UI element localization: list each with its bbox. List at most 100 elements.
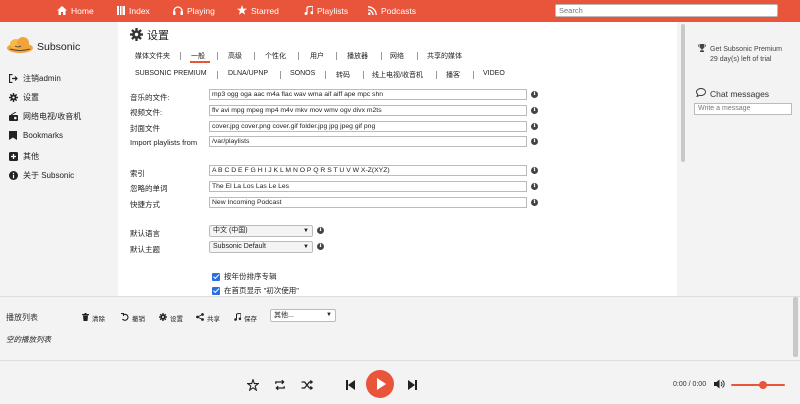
trophy-icon xyxy=(698,44,706,55)
show-getting-started-row[interactable]: 在首页显示 "初次使用" xyxy=(212,285,299,296)
default-language-label: 默认语言 xyxy=(130,229,160,238)
search-input[interactable] xyxy=(555,4,778,17)
more-actions-select[interactable]: 其他... ▼ xyxy=(270,309,336,322)
nav-index[interactable]: Index xyxy=(117,0,150,22)
chat-message-input[interactable]: Write a message xyxy=(694,103,792,115)
info-icon[interactable]: i xyxy=(317,243,324,250)
tab-internet-tv-radio[interactable]: 线上电视/收音机 xyxy=(372,70,423,80)
share-button[interactable]: 共享 xyxy=(196,313,220,323)
tab-subsonic-premium[interactable]: SUBSONIC PREMIUM xyxy=(135,70,207,77)
video-files-input[interactable]: flv avi mpg mpeg mp4 m4v mkv mov wmv ogv… xyxy=(209,105,527,116)
info-icon[interactable]: i xyxy=(531,91,538,98)
tab-video[interactable]: VIDEO xyxy=(483,70,505,77)
repeat-icon[interactable] xyxy=(274,379,286,391)
sidebar-item-label: Bookmarks xyxy=(23,130,64,140)
nav-starred-label: Starred xyxy=(251,6,279,16)
music-files-input[interactable]: mp3 ogg oga aac m4a flac wav wma aif aif… xyxy=(209,89,527,100)
sidebar-item-settings[interactable]: 设置 xyxy=(8,91,39,103)
gear-icon xyxy=(159,313,167,323)
checkbox-checked[interactable] xyxy=(212,286,220,295)
tab-separator xyxy=(254,52,255,60)
volume-icon[interactable] xyxy=(714,379,725,391)
nav-playlists[interactable]: Playlists xyxy=(304,0,348,22)
info-icon[interactable]: i xyxy=(317,227,324,234)
clear-button[interactable]: 清除 xyxy=(82,313,105,323)
main-scrollbar-thumb[interactable] xyxy=(681,24,685,162)
next-track-icon[interactable] xyxy=(407,379,417,391)
plus-square-icon xyxy=(8,151,18,161)
star-icon[interactable] xyxy=(247,379,259,391)
settings-label: 设置 xyxy=(170,316,183,323)
play-button[interactable] xyxy=(366,370,394,398)
radio-icon xyxy=(8,111,18,121)
undo-button[interactable]: 撤销 xyxy=(121,312,145,323)
info-icon[interactable]: i xyxy=(531,183,538,190)
shortcuts-input[interactable]: New Incoming Podcast xyxy=(209,197,527,208)
sidebar-item-other[interactable]: 其他 xyxy=(8,150,39,162)
theme-select[interactable]: Subsonic Default ▼ xyxy=(209,241,313,253)
headphones-icon xyxy=(173,5,183,17)
page-title-row: 设置 xyxy=(130,27,169,43)
playlist-scrollbar[interactable] xyxy=(793,297,798,357)
tab-transcoding[interactable]: 转码 xyxy=(336,70,350,80)
sidebar-item-label: 关于 Subsonic xyxy=(23,170,75,180)
index-input[interactable]: A B C D E F G H I J K L M N O P Q R S T … xyxy=(209,165,527,176)
star-icon xyxy=(237,5,247,17)
sidebar-item-about[interactable]: 关于 Subsonic xyxy=(8,169,74,181)
gear-icon xyxy=(8,92,18,102)
info-icon[interactable]: i xyxy=(531,123,538,130)
tab-podcasts[interactable]: 播客 xyxy=(446,70,460,80)
cover-files-input[interactable]: cover.jpg cover.png cover.gif folder.jpg… xyxy=(209,121,527,132)
language-select[interactable]: 中文 (中国) ▼ xyxy=(209,225,313,237)
import-playlists-input[interactable]: /var/playlists xyxy=(209,136,527,147)
tab-general[interactable]: 一般 xyxy=(191,51,205,61)
info-icon[interactable]: i xyxy=(531,107,538,114)
undo-icon xyxy=(121,312,129,323)
checkbox-checked[interactable] xyxy=(212,272,220,281)
nav-podcasts[interactable]: Podcasts xyxy=(367,0,416,22)
sidebar-item-label: 设置 xyxy=(23,92,39,102)
tab-separator xyxy=(473,71,474,79)
tab-advanced[interactable]: 高级 xyxy=(228,51,242,61)
info-icon[interactable]: i xyxy=(531,167,538,174)
settings-panel: 设置 媒体文件夹 一般 高级 个性化 用户 播放器 网络 共享的媒体 SUBSO… xyxy=(118,22,677,296)
music-note-icon xyxy=(304,4,314,17)
left-sidebar: Subsonic 注销admin 设置 网络电视/收音机 Bookmarks 其… xyxy=(0,22,118,296)
info-icon[interactable]: i xyxy=(531,199,538,206)
ignored-articles-input[interactable]: The El La Los Las Le Les xyxy=(209,181,527,192)
sidebar-item-radio[interactable]: 网络电视/收音机 xyxy=(8,110,81,122)
playlist-title: 播放列表 xyxy=(6,313,38,322)
right-sidebar: Get Subsonic Premium 29 day(s) left of t… xyxy=(686,22,800,296)
tab-sonos[interactable]: SONOS xyxy=(290,70,315,77)
language-select-value: 中文 (中国) xyxy=(213,227,248,234)
home-icon xyxy=(57,5,67,17)
tab-personal[interactable]: 个性化 xyxy=(265,51,286,61)
save-button[interactable]: 保存 xyxy=(234,312,257,323)
nav-playing[interactable]: Playing xyxy=(173,0,215,22)
tab-media-folders[interactable]: 媒体文件夹 xyxy=(135,51,170,61)
undo-label: 撤销 xyxy=(132,316,145,323)
nav-home[interactable]: Home xyxy=(57,0,94,22)
sort-albums-by-year-row[interactable]: 按年份排序专辑 xyxy=(212,271,277,282)
playlist-settings-button[interactable]: 设置 xyxy=(159,313,183,323)
logout-icon xyxy=(8,73,18,83)
tab-users[interactable]: 用户 xyxy=(310,51,324,61)
tab-separator xyxy=(436,71,437,79)
previous-track-icon[interactable] xyxy=(345,379,355,391)
checkbox-label: 按年份排序专辑 xyxy=(224,272,277,281)
premium-notice[interactable]: Get Subsonic Premium 29 day(s) left of t… xyxy=(698,44,782,64)
tab-shared-media[interactable]: 共享的媒体 xyxy=(427,51,462,61)
info-icon[interactable]: i xyxy=(531,138,538,145)
sidebar-item-logout[interactable]: 注销admin xyxy=(8,72,61,84)
volume-slider-handle[interactable] xyxy=(759,381,768,389)
tab-players[interactable]: 播放器 xyxy=(347,51,368,61)
tab-dlna[interactable]: DLNA/UPNP xyxy=(228,70,268,77)
tab-network[interactable]: 网络 xyxy=(390,51,404,61)
app-name: Subsonic xyxy=(37,41,81,53)
nav-starred[interactable]: Starred xyxy=(237,0,279,22)
volume-slider-track[interactable] xyxy=(731,384,785,386)
info-icon xyxy=(8,170,18,180)
premium-line1: Get Subsonic Premium xyxy=(710,46,782,53)
sidebar-item-bookmarks[interactable]: Bookmarks xyxy=(8,129,63,141)
shuffle-icon[interactable] xyxy=(301,379,313,391)
